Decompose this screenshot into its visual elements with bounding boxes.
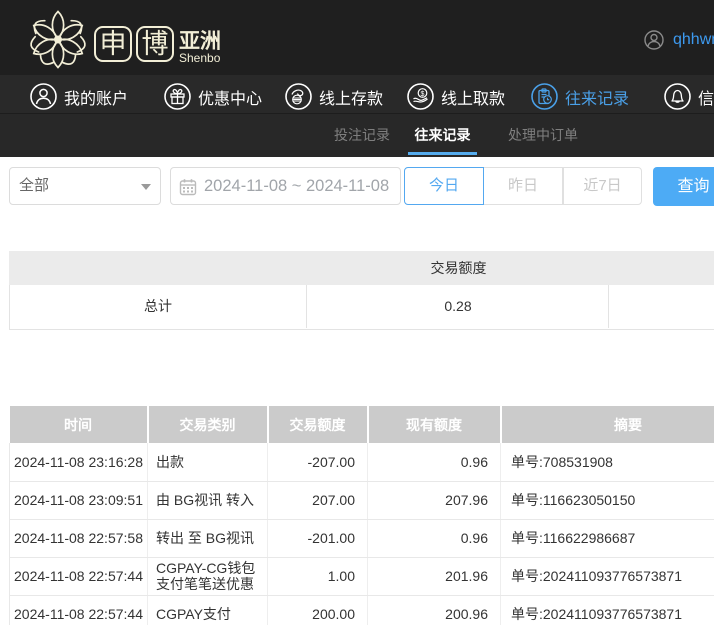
svg-text:$: $ [421,91,425,98]
